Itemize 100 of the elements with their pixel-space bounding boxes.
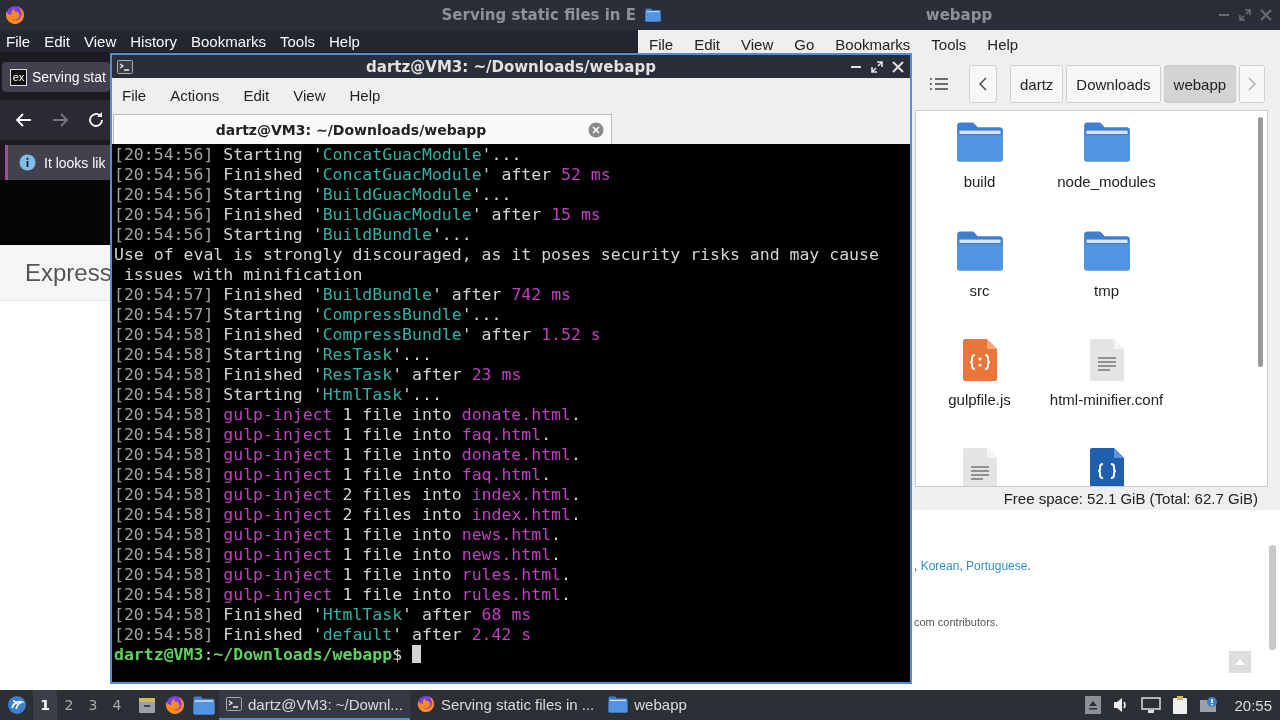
menu-item[interactable]: View [293, 86, 326, 104]
chevron-left-icon [979, 77, 987, 91]
scrollbar[interactable] [1258, 117, 1263, 367]
menu-item[interactable]: Edit [243, 86, 270, 104]
window-title: Serving static files in E [441, 6, 636, 24]
languages-text: , Korean, Portuguese. [914, 559, 1032, 573]
terminal-line: [20:54:58] gulp-inject 1 file into donate.html. [114, 445, 581, 464]
terminal-line: [20:54:58] gulp-inject 1 file into news.html. [114, 545, 562, 564]
status-text: Free space: 52.1 GiB (Total: 62.7 GiB) [1003, 490, 1258, 507]
maximize-icon[interactable] [871, 60, 883, 73]
terminal-line: [20:54:58] gulp-inject 2 files into index.html. [114, 505, 581, 524]
terminal-line: [20:54:56] Starting 'ConcatGuacModule'... [114, 145, 522, 164]
menu-item[interactable]: Tools [280, 32, 315, 50]
browser-icon [5, 5, 25, 25]
menu-item[interactable]: Edit [44, 32, 71, 50]
network-icon[interactable] [1141, 696, 1162, 714]
terminal-line: Use of eval is strongly discouraged, as it poses security risks and may cause [114, 245, 879, 264]
tab-close-icon[interactable] [588, 121, 604, 138]
terminal-line: [20:54:58] gulp-inject 1 file into faq.html. [114, 465, 552, 484]
file-name[interactable]: build [963, 173, 996, 190]
page-heading: Express [25, 258, 112, 287]
terminal-line: [20:54:57] Starting 'CompressBundle'... [114, 305, 502, 324]
start-menu-icon[interactable] [7, 695, 27, 715]
cabinet-icon[interactable] [137, 695, 157, 715]
terminal-line: [20:54:56] Starting 'BuildBundle'... [114, 225, 472, 244]
menu-item[interactable]: Tools [931, 35, 967, 53]
favicon: ex [10, 68, 27, 86]
terminal-line: [20:54:58] Starting 'HtmlTask'... [114, 385, 442, 404]
folder-icon [1082, 121, 1131, 163]
terminal-line: [20:54:58] Finished 'CompressBundle' after 1.52 s [114, 325, 601, 344]
menu-item[interactable]: Edit [694, 35, 721, 53]
browser-tab[interactable]: ex Serving stat [2, 62, 110, 92]
taskbar-task[interactable]: Serving static files in ... [409, 690, 602, 720]
menu-item[interactable]: View [741, 35, 774, 53]
terminal-line: [20:54:58] gulp-inject 1 file into donate.html. [114, 405, 581, 424]
terminal-line: [20:54:58] gulp-inject 1 file into news.html. [114, 525, 562, 544]
breadcrumb-button[interactable]: Downloads [1066, 65, 1161, 103]
terminal-line: [20:54:58] Finished 'HtmlTask' after 68 ms [114, 605, 532, 624]
terminal-line: [20:54:57] Finished 'BuildBundle' after 742 ms [114, 285, 571, 304]
folder-icon [645, 8, 661, 22]
clock: 20:55 [1234, 696, 1272, 714]
terminal-line: [20:54:58] Finished 'ResTask' after 23 ms [114, 365, 522, 384]
list-view-icon[interactable] [930, 77, 948, 91]
file-name[interactable]: gulpfile.js [948, 391, 1011, 408]
terminal-line: [20:54:56] Finished 'ConcatGuacModule' after 52 ms [114, 165, 611, 184]
menu-item[interactable]: File [6, 32, 31, 50]
reload-icon[interactable] [86, 110, 106, 130]
menu-item[interactable]: Actions [170, 86, 220, 104]
taskbar-task[interactable]: dartz@VM3: ~/Downl... [219, 690, 410, 720]
folder-icon[interactable] [193, 695, 215, 715]
file-name[interactable]: src [969, 282, 990, 299]
taskbar-task[interactable]: webapp [601, 690, 694, 720]
command-prompt[interactable]: dartz@VM3:~/Downloads/webapp$ [114, 645, 403, 664]
notification-icon[interactable] [1199, 696, 1220, 714]
terminal-line: [20:54:56] Finished 'BuildGuacModule' after 15 ms [114, 205, 601, 224]
credits-text: com contributors. [914, 616, 1000, 628]
workspace-button[interactable]: 1 [33, 690, 57, 720]
folder-icon [955, 121, 1004, 163]
menu-item[interactable]: Bookmarks [190, 32, 266, 50]
workspace-button[interactable]: 4 [105, 690, 129, 720]
file-name[interactable]: node_modules [1057, 173, 1156, 190]
terminal-line: [20:54:58] gulp-inject 1 file into faq.html. [114, 425, 552, 444]
eject-icon[interactable] [1085, 696, 1102, 714]
terminal-line: [20:54:58] gulp-inject 2 files into index.html. [114, 485, 581, 504]
terminal-line: issues with minification [122, 265, 363, 284]
menu-item[interactable]: History [130, 32, 177, 50]
text-cursor [412, 645, 422, 663]
terminal-line: [20:54:58] Finished 'default' after 2.42 s [114, 625, 532, 644]
file-name[interactable]: tmp [1094, 282, 1119, 299]
breadcrumb-button[interactable]: dartz [1010, 65, 1064, 103]
folder-icon [1082, 230, 1131, 272]
terminal-tab[interactable]: dartz@VM3: ~/Downloads/webapp [113, 114, 612, 144]
workspace-button[interactable]: 2 [57, 690, 81, 720]
menu-item[interactable]: Help [329, 32, 360, 50]
terminal-line: [20:54:58] gulp-inject 1 file into rules.html. [114, 565, 571, 584]
browser-icon[interactable] [165, 695, 185, 715]
chevron-right-icon [1248, 77, 1257, 91]
window-title: webapp [924, 6, 994, 24]
menu-item[interactable]: File [649, 35, 674, 53]
menu-item[interactable]: Go [794, 35, 815, 53]
menu-item[interactable]: View [84, 32, 117, 50]
scrollbar[interactable] [1269, 545, 1276, 650]
close-icon[interactable] [892, 60, 904, 73]
menu-item[interactable]: Help [349, 86, 381, 104]
folder-icon [608, 695, 629, 713]
notification-text: It looks lik [44, 154, 106, 171]
workspace-button[interactable]: 3 [81, 690, 105, 720]
terminal-icon [117, 58, 133, 75]
menu-item[interactable]: File [122, 86, 147, 104]
breadcrumb-button[interactable]: webapp [1163, 65, 1237, 103]
text-file-icon [1089, 339, 1124, 381]
file-name[interactable]: html-minifier.conf [1049, 391, 1164, 408]
menu-item[interactable]: Help [987, 35, 1019, 53]
menu-item[interactable]: Bookmarks [835, 35, 911, 53]
clipboard-icon[interactable] [1172, 695, 1189, 715]
terminal-line: [20:54:56] Starting 'BuildGuacModule'... [114, 185, 512, 204]
terminal-line: [20:54:58] gulp-inject 1 file into rules.html. [114, 585, 571, 604]
arrow-up-icon [1235, 659, 1245, 665]
browser-icon [416, 695, 435, 713]
window-title: dartz@VM3: ~/Downloads/webapp [365, 57, 657, 76]
